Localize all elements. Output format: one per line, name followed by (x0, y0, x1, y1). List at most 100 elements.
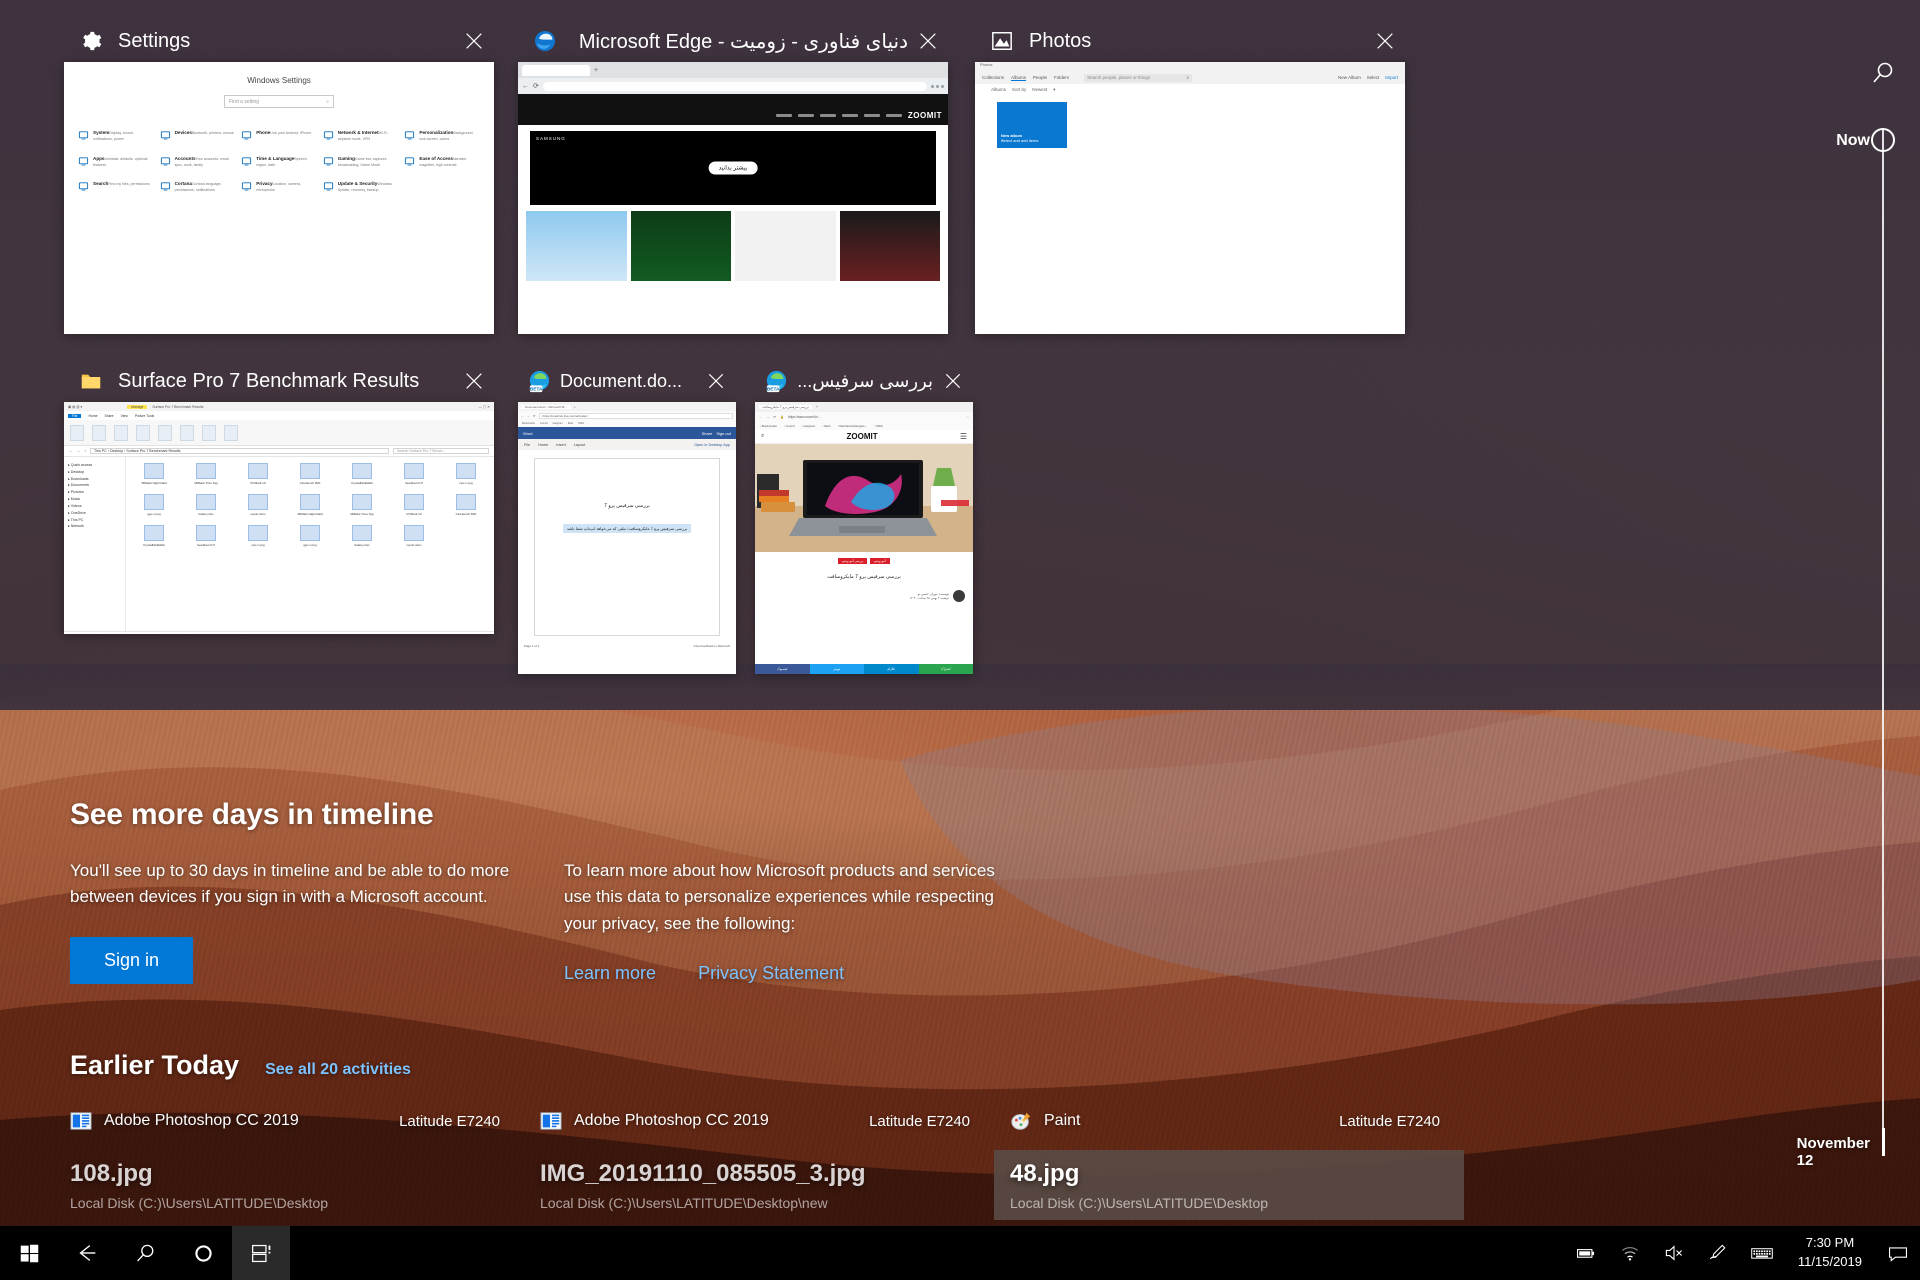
settings-category-network-internet[interactable]: Network & InternetWi-Fi, airplane mode, … (323, 130, 399, 142)
forward-arrow-icon[interactable]: → (527, 414, 530, 418)
settings-search-field[interactable]: Find a setting ⌕ (224, 95, 334, 108)
explorer-file-item[interactable]: cpu-z.png (234, 525, 282, 547)
explorer-file-item[interactable]: Cinebench R20 (286, 463, 334, 485)
share-button[interactable]: اشتراک (918, 664, 973, 674)
ribbon-button[interactable] (70, 424, 84, 441)
forward-arrow-icon[interactable]: → (766, 415, 769, 419)
doc-selected-text[interactable]: بررسی سرفیس پرو 7 مایکروسافت؛ تبلتی که م… (562, 524, 692, 533)
photos-tab-albums[interactable]: Albums (1011, 75, 1027, 81)
word-tab-file[interactable]: File (524, 443, 530, 447)
settings-category-apps[interactable]: AppsUninstall, defaults, optional featur… (78, 156, 154, 168)
review-bookmarks-bar[interactable]: ▫ Bookmarks ▫ zoomit ▫ telegram ▫ flash ▫ Me… (755, 422, 973, 430)
word-tab-home[interactable]: Home (538, 443, 548, 447)
explorer-file-item[interactable]: 3DMark Night Raid (286, 494, 334, 516)
settings-category-cortana[interactable]: CortanaCortana language, permissions, no… (160, 181, 236, 193)
settings-category-system[interactable]: SystemDisplay, sound, notifications, pow… (78, 130, 154, 142)
back-arrow-icon[interactable]: ← (521, 414, 524, 418)
explorer-file-item[interactable]: battery.xlsx (182, 494, 230, 516)
bookmark-item[interactable]: ▫ Bookmarks (760, 424, 777, 428)
word-signout-button[interactable]: Sign out (716, 431, 731, 436)
explorer-file-item[interactable]: Geekbench 5 (182, 525, 230, 547)
article-tile[interactable] (630, 211, 731, 281)
explorer-sidebar-item[interactable]: ▸ Desktop (68, 469, 121, 476)
explorer-sidebar-item[interactable]: ▸ Videos (68, 503, 121, 510)
ribbon-tab-view[interactable]: View (121, 414, 128, 418)
ribbon-button[interactable] (158, 424, 172, 441)
settings-category-personalization[interactable]: PersonalizationBackground, lock screen, … (404, 130, 480, 142)
activity-card[interactable]: 108.jpg Local Disk (C:)\Users\LATITUDE\De… (70, 1160, 540, 1220)
hero-banner[interactable]: SAMSUNG بیشتر بدانید (530, 131, 936, 205)
settings-category-gaming[interactable]: GamingGame bar, captures, broadcasting, … (323, 156, 399, 168)
explorer-file-item[interactable]: 3DMark Time Spy (338, 494, 386, 516)
browser-tab[interactable]: Document.docx - Microsoft W... (521, 404, 571, 409)
timeline-scrollbar[interactable] (1882, 130, 1884, 1150)
touch-keyboard-icon[interactable] (1740, 1226, 1784, 1280)
thumbnail-edge[interactable]: + ← ⟳ ZOOMIT SAMSUNG بیشتر بدانید (518, 62, 948, 334)
close-icon[interactable] (1365, 21, 1405, 61)
search-button[interactable] (116, 1226, 174, 1280)
thumbnail-document[interactable]: Document.docx - Microsoft W... + ← → ⟳ h… (518, 402, 736, 674)
explorer-sidebar-item[interactable]: ▸ Quick access (68, 462, 121, 469)
search-icon[interactable] (1870, 60, 1896, 91)
settings-category-accounts[interactable]: AccountsYour accounts, email, sync, work… (160, 156, 236, 168)
explorer-file-item[interactable]: 3DMark Night Raid (130, 463, 178, 485)
back-arrow-icon[interactable]: ← (69, 449, 73, 453)
explorer-sidebar-item[interactable]: ▸ This PC (68, 517, 121, 524)
reload-icon[interactable]: ⟳ (533, 414, 536, 418)
word-open-desktop-button[interactable]: Open in Desktop App (694, 443, 730, 447)
explorer-file-item[interactable]: battery.xlsx (338, 525, 386, 547)
photos-search-input[interactable]: Search people, places or things ⌕ (1084, 73, 1193, 82)
settings-category-ease-of-access[interactable]: Ease of AccessNarrator, magnifier, high … (404, 156, 480, 168)
reload-icon[interactable]: ⟳ (773, 415, 776, 419)
photos-tab-folders[interactable]: Folders (1054, 75, 1069, 80)
hamburger-menu-icon[interactable]: ☰ (960, 432, 967, 441)
url-field[interactable]: https://onedrive.live.com/edit.aspx (538, 412, 733, 419)
close-icon[interactable] (933, 361, 973, 401)
review-tag[interactable]: آنیو ویدیو (870, 558, 890, 564)
timeline-rail[interactable]: Now November 12 (1797, 0, 1920, 1200)
close-icon[interactable] (908, 21, 948, 61)
bookmark-item[interactable]: ▫ Mechanical Engine... (837, 424, 867, 428)
settings-category-search[interactable]: SearchFind my files, permissions (78, 181, 154, 193)
explorer-file-item[interactable]: gpu-z.png (130, 494, 178, 516)
settings-category-time-language[interactable]: Time & LanguageSpeech, region, date (241, 156, 317, 168)
ribbon-button[interactable] (114, 424, 128, 441)
overflow-icon[interactable]: ⋯ (966, 415, 969, 419)
photos-import-button[interactable]: Import (1385, 75, 1398, 80)
url-field[interactable] (542, 81, 927, 91)
up-arrow-icon[interactable]: ↑ (84, 449, 86, 453)
new-tab-icon[interactable]: + (816, 405, 818, 409)
clock[interactable]: 7:30 PM 11/15/2019 (1784, 1234, 1876, 1272)
photos-sortby-label[interactable]: Sort by (1012, 87, 1026, 92)
word-tab-insert[interactable]: Insert (556, 443, 566, 447)
activity-card[interactable]: 48.jpg Local Disk (C:)\Users\LATITUDE\Des… (994, 1150, 1464, 1220)
settings-category-update-security[interactable]: Update & SecurityWindows Update, recover… (323, 181, 399, 193)
back-button[interactable] (58, 1226, 116, 1280)
explorer-sidebar-item[interactable]: ▸ Documents (68, 482, 121, 489)
wifi-icon[interactable] (1608, 1226, 1652, 1280)
window-card-review[interactable]: BETA بررسی سرفیس... بررسی سرفیس پرو 7 ما… (755, 360, 973, 674)
explorer-sidebar-item[interactable]: ▸ Pictures (68, 489, 121, 496)
photos-new-album-button[interactable]: New Album (1338, 75, 1361, 80)
explorer-file-grid[interactable]: 3DMark Night Raid 3DMark Time Spy PCMark 1… (126, 457, 494, 631)
article-tile[interactable] (735, 211, 836, 281)
timeline-date-tick[interactable] (1882, 1128, 1885, 1156)
see-all-activities-link[interactable]: See all 20 activities (265, 1061, 411, 1079)
window-card-explorer[interactable]: Surface Pro 7 Benchmark Results ▣ ▤ ▥ ▾ … (64, 360, 494, 634)
volume-muted-icon[interactable] (1652, 1226, 1696, 1280)
explorer-file-item[interactable]: report.docx (390, 525, 438, 547)
explorer-file-item[interactable]: 3DMark Time Spy (182, 463, 230, 485)
learn-more-link[interactable]: Learn more (564, 963, 656, 984)
notification-icon[interactable] (1876, 1226, 1920, 1280)
photos-tab-people[interactable]: People (1033, 75, 1047, 80)
close-icon[interactable] (696, 361, 736, 401)
article-tile[interactable] (526, 211, 627, 281)
privacy-statement-link[interactable]: Privacy Statement (698, 963, 844, 984)
window-card-photos[interactable]: Photos Photos Collections Albums People … (975, 20, 1405, 334)
window-card-document[interactable]: BETA Document.do... Document.docx - Micr… (518, 360, 736, 674)
ribbon-tab-file[interactable]: File (68, 413, 82, 418)
photos-new-album-card[interactable]: New album Select and add items + (997, 102, 1067, 148)
bookmark-item[interactable]: zoomit (540, 422, 548, 425)
window-card-settings[interactable]: Settings Windows Settings Find a setting… (64, 20, 494, 334)
settings-category-phone[interactable]: PhoneLink your Android, iPhone (241, 130, 317, 142)
